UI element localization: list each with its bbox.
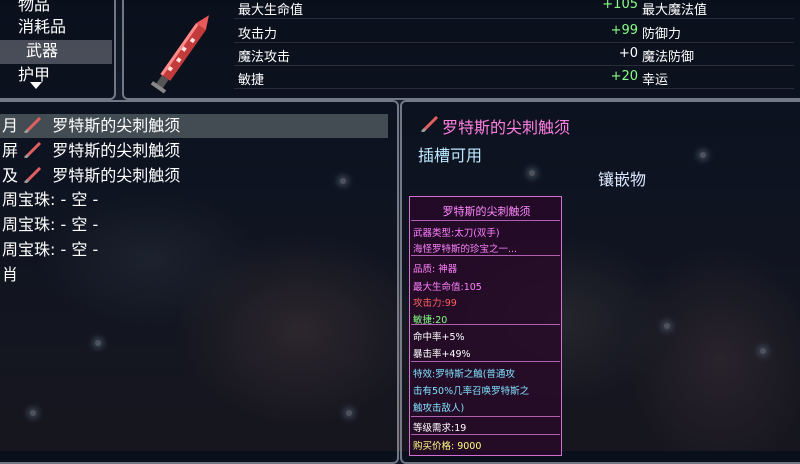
slot-label: 屏 [2, 141, 19, 160]
stat-row: 魔法攻击 +0 魔法防御 [234, 43, 794, 66]
tooltip-level-requirement: 等级需求:19 [411, 418, 560, 435]
stat-row: 攻击力 +99 防御力 [234, 20, 794, 43]
tooltip-weapon-type: 武器类型:太刀(双手) [413, 228, 500, 239]
item-title: 罗特斯的尖刺触须 [442, 118, 571, 137]
equipment-slot-row[interactable]: 月 罗特斯的尖刺触须 [2, 114, 180, 138]
tooltip-crit-rate: 暴击率+49% [413, 349, 471, 360]
sword-icon [150, 15, 209, 94]
equipment-list-window: 月 罗特斯的尖刺触须 屏 罗特斯的尖刺触须 及 罗特斯的尖刺触须 周宝珠: - … [0, 100, 399, 464]
tooltip-attack: 攻击力:99 [413, 298, 457, 309]
item-name: 罗特斯的尖刺触须 [52, 116, 181, 135]
socket-status: 插槽可用 [418, 146, 483, 165]
stat-label: 魔法攻击 [238, 50, 291, 65]
category-item[interactable]: 消耗品 [18, 16, 66, 38]
item-name: 罗特斯的尖刺触须 [52, 166, 181, 185]
stat-label: 防御力 [642, 27, 682, 42]
category-window: 物品 消耗品 武器 护甲 [0, 0, 116, 100]
stat-label: 幸运 [642, 73, 669, 88]
stat-label: 魔法防御 [642, 50, 695, 65]
gem-header: 镶嵌物 [598, 170, 647, 189]
stat-label: 敏捷 [238, 73, 265, 88]
slot-label: 周宝珠: [2, 240, 56, 259]
slot-label: 周宝珠: [2, 190, 56, 209]
stat-value: +105 [602, 0, 638, 12]
stat-value: +20 [610, 69, 638, 84]
tooltip-effect-line: 特效:罗特斯之触(普通攻 [413, 369, 515, 380]
stat-value: +0 [618, 46, 638, 61]
sword-icon [24, 167, 42, 183]
slot-value: - 空 - [60, 240, 99, 259]
stat-value: +99 [610, 23, 638, 38]
stat-label: 攻击力 [238, 27, 278, 42]
list-row[interactable]: 肖 [2, 263, 18, 287]
sword-icon [420, 116, 439, 132]
slot-label: 及 [2, 166, 19, 185]
tooltip-hit-rate: 命中率+5% [413, 332, 465, 343]
item-tooltip: 罗特斯的尖刺触须 武器类型:太刀(双手) 海怪罗特斯的珍宝之一... 品质: 神… [409, 196, 562, 456]
stats-window: 最大生命值 +105 最大魔法值 攻击力 +99 防御力 魔法攻击 +0 魔法防… [122, 0, 800, 100]
sword-icon [24, 142, 42, 158]
tooltip-bonus-block: 命中率+5% 暴击率+49% [411, 326, 560, 362]
slot-value: - 空 - [60, 190, 99, 209]
stat-label: 最大魔法值 [642, 3, 708, 18]
tooltip-price: 购买价格: 9000 [413, 441, 482, 452]
tooltip-agility: 敏捷:20 [413, 315, 448, 326]
equipment-slot-row[interactable]: 及 罗特斯的尖刺触须 [2, 164, 180, 188]
tooltip-quality: 品质: 神器 [413, 264, 458, 275]
slot-label: 肖 [2, 265, 19, 284]
slot-value: - 空 - [60, 215, 99, 234]
equipment-slot-row[interactable]: 屏 罗特斯的尖刺触须 [2, 139, 180, 163]
tooltip-item-name: 罗特斯的尖刺触须 [411, 203, 560, 221]
tooltip-max-hp: 最大生命值:105 [413, 282, 482, 293]
tooltip-effect-line: 触攻击敌人) [413, 403, 465, 414]
gem-slot-row[interactable]: 周宝珠: - 空 - [2, 213, 98, 237]
stat-row: 敏捷 +20 幸运 [234, 66, 794, 89]
scroll-down-arrow-icon[interactable] [30, 82, 42, 89]
slot-label: 周宝珠: [2, 215, 56, 234]
tooltip-description-block: 武器类型:太刀(双手) 海怪罗特斯的珍宝之一... [411, 222, 560, 256]
tooltip-effect-block: 特效:罗特斯之触(普通攻 击有50%几率召唤罗特斯之 触攻击敌人) [411, 363, 560, 417]
gem-slot-row[interactable]: 周宝珠: - 空 - [2, 188, 98, 212]
tooltip-stats-block: 品质: 神器 最大生命值:105 攻击力:99 敏捷:20 [411, 257, 560, 326]
category-item[interactable]: 物品 [18, 0, 50, 16]
item-name: 罗特斯的尖刺触须 [52, 141, 181, 160]
stat-label: 最大生命值 [238, 3, 304, 18]
sword-icon [24, 117, 42, 133]
tooltip-effect-line: 击有50%几率召唤罗特斯之 [413, 386, 530, 397]
gem-slot-row[interactable]: 周宝珠: - 空 - [2, 238, 98, 262]
stat-row: 最大生命值 +105 最大魔法值 [234, 0, 794, 19]
category-item-selected[interactable]: 武器 [26, 40, 58, 62]
slot-label: 月 [2, 116, 19, 135]
tooltip-lore: 海怪罗特斯的珍宝之一... [413, 244, 518, 255]
